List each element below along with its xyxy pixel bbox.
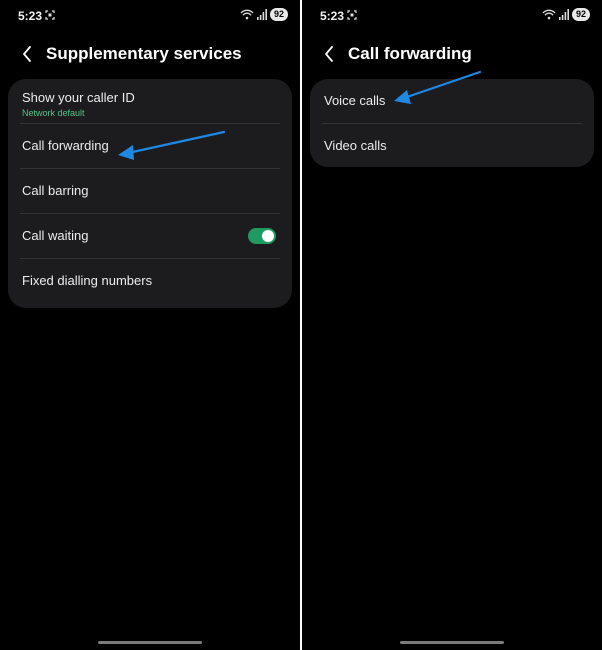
back-arrow-icon[interactable] (18, 44, 38, 64)
setting-call-waiting[interactable]: Call waiting (20, 213, 280, 258)
screenshot-icon (347, 10, 357, 20)
setting-label: Video calls (324, 138, 387, 153)
setting-call-barring[interactable]: Call barring (20, 168, 280, 213)
status-time: 5:23 (18, 9, 43, 23)
wifi-calling-icon (240, 9, 254, 20)
wifi-calling-icon (542, 9, 556, 20)
battery-icon: 92 (571, 8, 590, 21)
screen-supplementary-services: 5:23 92 Supplementary services Show your… (0, 0, 300, 650)
setting-label: Call forwarding (22, 138, 109, 153)
header: Call forwarding (302, 38, 602, 70)
status-bar: 5:23 92 (302, 0, 602, 30)
setting-sublabel: Network default (22, 108, 85, 118)
page-title: Call forwarding (348, 44, 472, 63)
page-title: Supplementary services (46, 44, 242, 63)
home-indicator (98, 641, 202, 644)
status-bar: 5:23 92 (0, 0, 300, 30)
composite-screenshot: 5:23 92 Supplementary services Show your… (0, 0, 602, 650)
back-arrow-icon[interactable] (320, 44, 340, 64)
setting-label: Show your caller ID (22, 90, 135, 105)
setting-fixed-dialling-numbers[interactable]: Fixed dialling numbers (20, 258, 280, 303)
settings-card: Voice calls Video calls (310, 79, 594, 167)
system-icons: 92 (542, 8, 590, 21)
setting-label: Call barring (22, 183, 89, 198)
battery-icon: 92 (269, 8, 288, 21)
signal-icon (256, 9, 267, 20)
screen-call-forwarding: 5:23 92 Call forwarding Voice calls Vide… (302, 0, 602, 650)
setting-label: Call waiting (22, 228, 89, 243)
toggle-knob (262, 230, 274, 242)
screenshot-icon (45, 10, 55, 20)
settings-card: Show your caller ID Network default Call… (8, 79, 292, 308)
setting-call-forwarding[interactable]: Call forwarding (20, 123, 280, 168)
system-icons: 92 (240, 8, 288, 21)
setting-label: Voice calls (324, 93, 386, 108)
setting-show-caller-id[interactable]: Show your caller ID Network default (20, 79, 280, 123)
signal-icon (558, 9, 569, 20)
setting-voice-calls[interactable]: Voice calls (322, 79, 582, 123)
setting-label: Fixed dialling numbers (22, 273, 153, 288)
header: Supplementary services (0, 38, 300, 70)
status-time: 5:23 (320, 9, 345, 23)
setting-video-calls[interactable]: Video calls (322, 123, 582, 168)
call-waiting-toggle[interactable] (248, 228, 276, 244)
home-indicator (400, 641, 504, 644)
